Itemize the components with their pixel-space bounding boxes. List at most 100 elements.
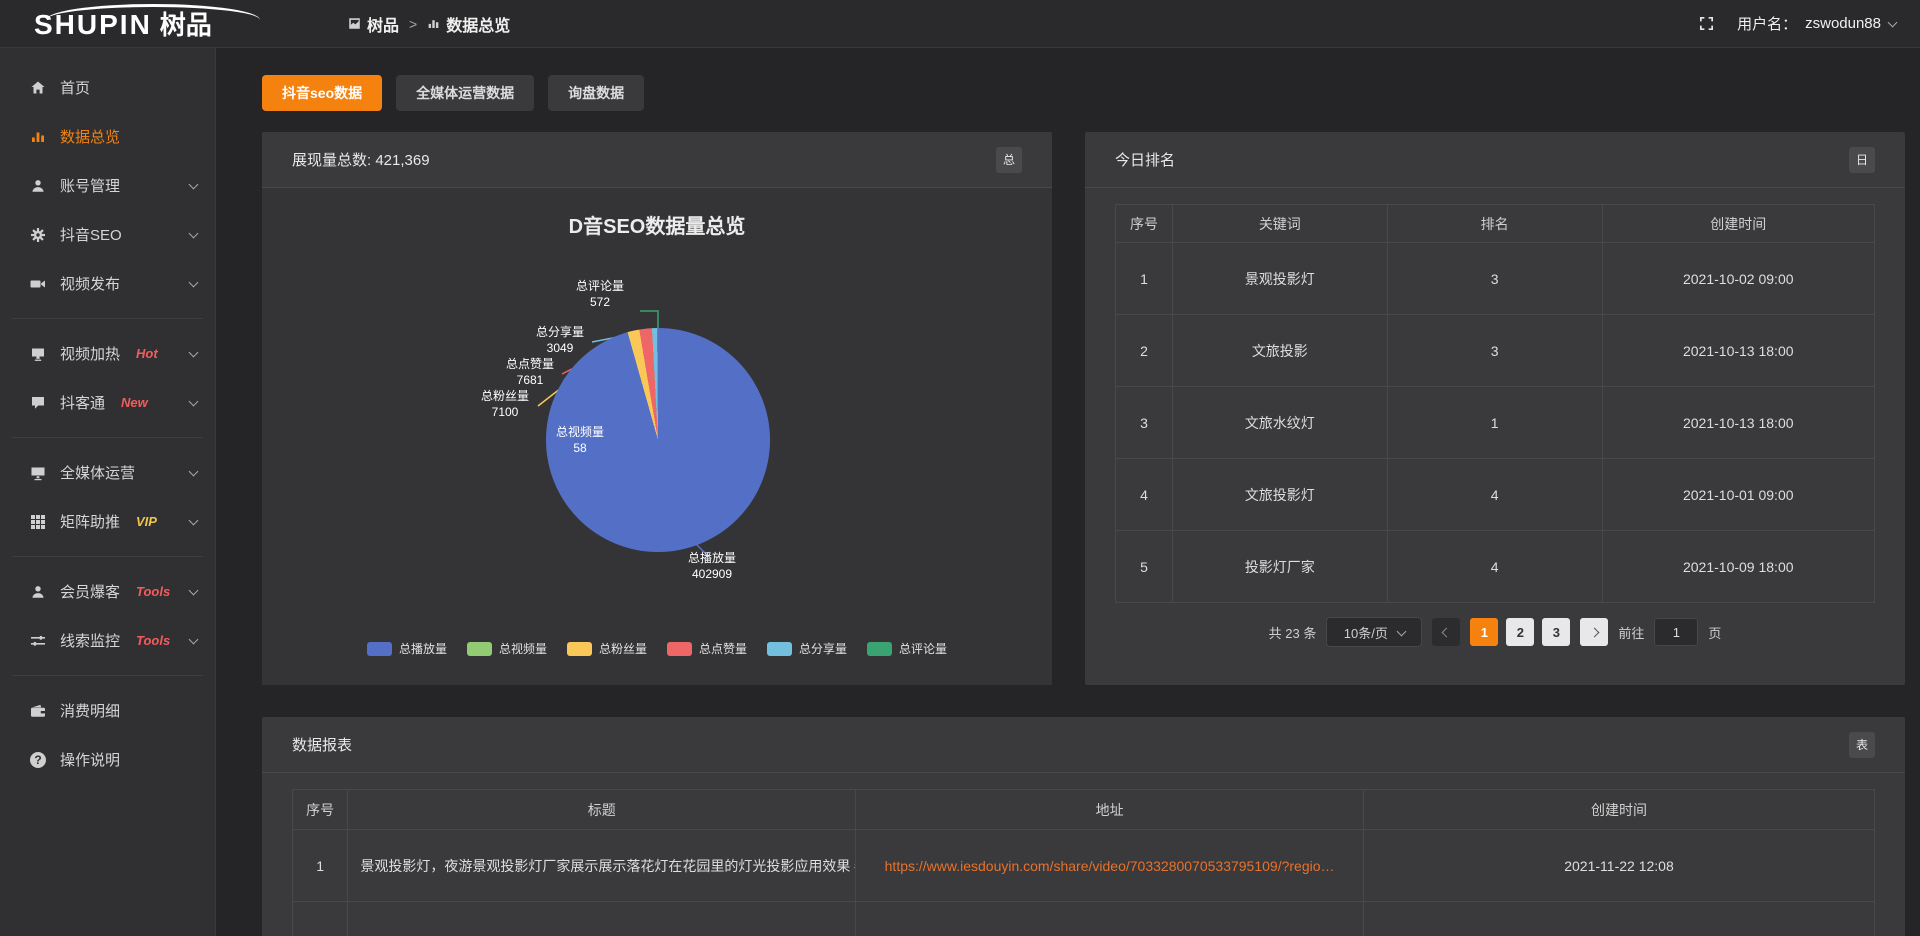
report-panel-title: 数据报表: [292, 734, 352, 755]
tab-all-media-data[interactable]: 全媒体运营数据: [396, 75, 534, 111]
legend-swatch: [667, 642, 692, 656]
bar-chart-icon: [30, 129, 46, 145]
sidebar-item-douketong[interactable]: 抖客通 New: [0, 378, 215, 427]
chevron-down-icon: [1396, 626, 1406, 636]
chevron-down-icon: [189, 228, 199, 238]
column-header: 标题: [348, 790, 856, 830]
user-menu[interactable]: 用户名：zswodun88: [1737, 13, 1896, 34]
breadcrumb-root[interactable]: 树品: [348, 12, 399, 36]
impressions-total: 展现量总数: 421,369: [292, 149, 430, 170]
pie-label: 总播放量402909: [688, 550, 736, 582]
column-header: 关键词: [1172, 205, 1387, 243]
chevron-down-icon: [189, 277, 199, 287]
topbar-right: 用户名：zswodun88: [1698, 13, 1920, 34]
sidebar-item-matrix-boost[interactable]: 矩阵助推 VIP: [0, 497, 215, 546]
goto-label: 前往: [1618, 623, 1644, 642]
legend-item[interactable]: 总分享量: [767, 640, 847, 657]
pie-label: 总分享量3049: [536, 324, 584, 356]
chevron-down-icon: [189, 396, 199, 406]
pagination-pages: 123: [1470, 618, 1570, 646]
legend-item[interactable]: 总评论量: [867, 640, 947, 657]
sidebar-item-video-publish[interactable]: 视频发布: [0, 259, 215, 308]
legend: 总播放量 总视频量 总粉丝量 总点赞量 总分享量 总评论量: [262, 640, 1052, 657]
rank-panel-header: 今日排名 日: [1085, 132, 1905, 188]
sidebar-divider: [12, 318, 203, 319]
hot-badge: Hot: [136, 346, 158, 361]
sidebar-item-member[interactable]: 会员爆客 Tools: [0, 567, 215, 616]
table-row: 2文旅投影32021-10-13 18:00: [1116, 315, 1875, 387]
rank-table: 序号关键词排名创建时间 1景观投影灯32021-10-02 09:002文旅投影…: [1115, 204, 1875, 603]
breadcrumb-separator: >: [409, 16, 417, 32]
page-button-1[interactable]: 1: [1470, 618, 1498, 646]
overview-panel-header: 展现量总数: 421,369 总: [262, 132, 1052, 188]
page-button-3[interactable]: 3: [1542, 618, 1570, 646]
tab-inquiry-data[interactable]: 询盘数据: [548, 75, 644, 111]
fullscreen-icon[interactable]: [1698, 15, 1715, 32]
main-content: 抖音seo数据 全媒体运营数据 询盘数据 展现量总数: 421,369 总 D音…: [216, 48, 1920, 936]
chevron-down-icon: [189, 515, 199, 525]
vip-badge: VIP: [136, 514, 157, 529]
pagination: 共 23 条 10条/页 123 前往 页: [1085, 617, 1905, 647]
report-link[interactable]: https://www.iesdouyin.com/share/video/70…: [885, 858, 1335, 874]
gear-icon: [30, 227, 46, 243]
sidebar-item-account[interactable]: 账号管理: [0, 161, 215, 210]
sidebar-item-home[interactable]: 首页: [0, 63, 215, 112]
question-icon: ?: [30, 752, 46, 768]
sidebar-item-douyin-seo[interactable]: 抖音SEO: [0, 210, 215, 259]
table-row: 1景观投影灯32021-10-02 09:00: [1116, 243, 1875, 315]
legend-item[interactable]: 总视频量: [467, 640, 547, 657]
legend-swatch: [467, 642, 492, 656]
sidebar-item-instructions[interactable]: ? 操作说明: [0, 735, 215, 784]
tools-badge: Tools: [136, 633, 170, 648]
report-table-header: 序号标题地址创建时间: [293, 790, 1875, 830]
tools-badge: Tools: [136, 584, 170, 599]
rank-panel-title: 今日排名: [1115, 149, 1175, 170]
prev-page-button[interactable]: [1432, 618, 1460, 646]
rank-table-header: 序号关键词排名创建时间: [1116, 205, 1875, 243]
new-badge: New: [121, 395, 148, 410]
column-header: 序号: [293, 790, 348, 830]
rank-tbody: 1景观投影灯32021-10-02 09:002文旅投影32021-10-13 …: [1116, 243, 1875, 603]
sidebar-item-video-heat[interactable]: 视频加热 Hot: [0, 329, 215, 378]
chevron-down-icon: [189, 466, 199, 476]
page-button-2[interactable]: 2: [1506, 618, 1534, 646]
rank-panel: 今日排名 日 序号关键词排名创建时间 1景观投影灯32021-10-02 09:…: [1085, 132, 1905, 685]
wallet-icon: [30, 703, 46, 719]
report-panel-header: 数据报表 表: [262, 717, 1905, 773]
column-header: 创建时间: [1602, 205, 1874, 243]
home-icon: [30, 80, 46, 96]
username-value: zswodun88: [1805, 15, 1881, 32]
sidebar-item-data-overview[interactable]: 数据总览: [0, 112, 215, 161]
chart-area: D音SEO数据量总览 总播放量总视频量总粉丝量总点赞量总分享量总评论量 总播放量…: [262, 188, 1052, 685]
day-view-button[interactable]: 日: [1849, 147, 1875, 173]
next-page-button[interactable]: [1580, 618, 1608, 646]
tab-douyin-seo-data[interactable]: 抖音seo数据: [262, 75, 382, 111]
sidebar-item-consumption[interactable]: 消费明细: [0, 686, 215, 735]
table-row: 1景观投影灯，夜游景观投影灯厂家展示展示落花灯在花园里的灯光投影应用效果 #ht…: [293, 830, 1875, 902]
video-camera-icon: [30, 276, 46, 292]
sidebar-divider: [12, 437, 203, 438]
screen-icon: [30, 346, 46, 362]
table-view-button[interactable]: 表: [1849, 732, 1875, 758]
total-view-button[interactable]: 总: [996, 147, 1022, 173]
chevron-down-icon: [1888, 17, 1898, 27]
comment-icon: [30, 395, 46, 411]
pie-label: 总点赞量7681: [506, 356, 554, 388]
sidebar-item-clue-monitor[interactable]: 线索监控 Tools: [0, 616, 215, 665]
pie-label: 总评论量572: [576, 278, 624, 310]
sidebar-item-all-media[interactable]: 全媒体运营: [0, 448, 215, 497]
column-header: 地址: [856, 790, 1364, 830]
legend-item[interactable]: 总播放量: [367, 640, 447, 657]
breadcrumb-current[interactable]: 数据总览: [427, 12, 510, 36]
column-header: 序号: [1116, 205, 1173, 243]
chevron-down-icon: [189, 634, 199, 644]
goto-page-input[interactable]: [1654, 618, 1698, 646]
table-row: 3文旅水纹灯12021-10-13 18:00: [1116, 387, 1875, 459]
data-tabs: 抖音seo数据 全媒体运营数据 询盘数据: [262, 75, 1905, 111]
legend-item[interactable]: 总点赞量: [667, 640, 747, 657]
legend-item[interactable]: 总粉丝量: [567, 640, 647, 657]
user-icon: [30, 584, 46, 600]
page-size-select[interactable]: 10条/页: [1326, 617, 1422, 647]
impressions-label: 展现量总数:: [292, 152, 371, 169]
column-header: 排名: [1387, 205, 1602, 243]
